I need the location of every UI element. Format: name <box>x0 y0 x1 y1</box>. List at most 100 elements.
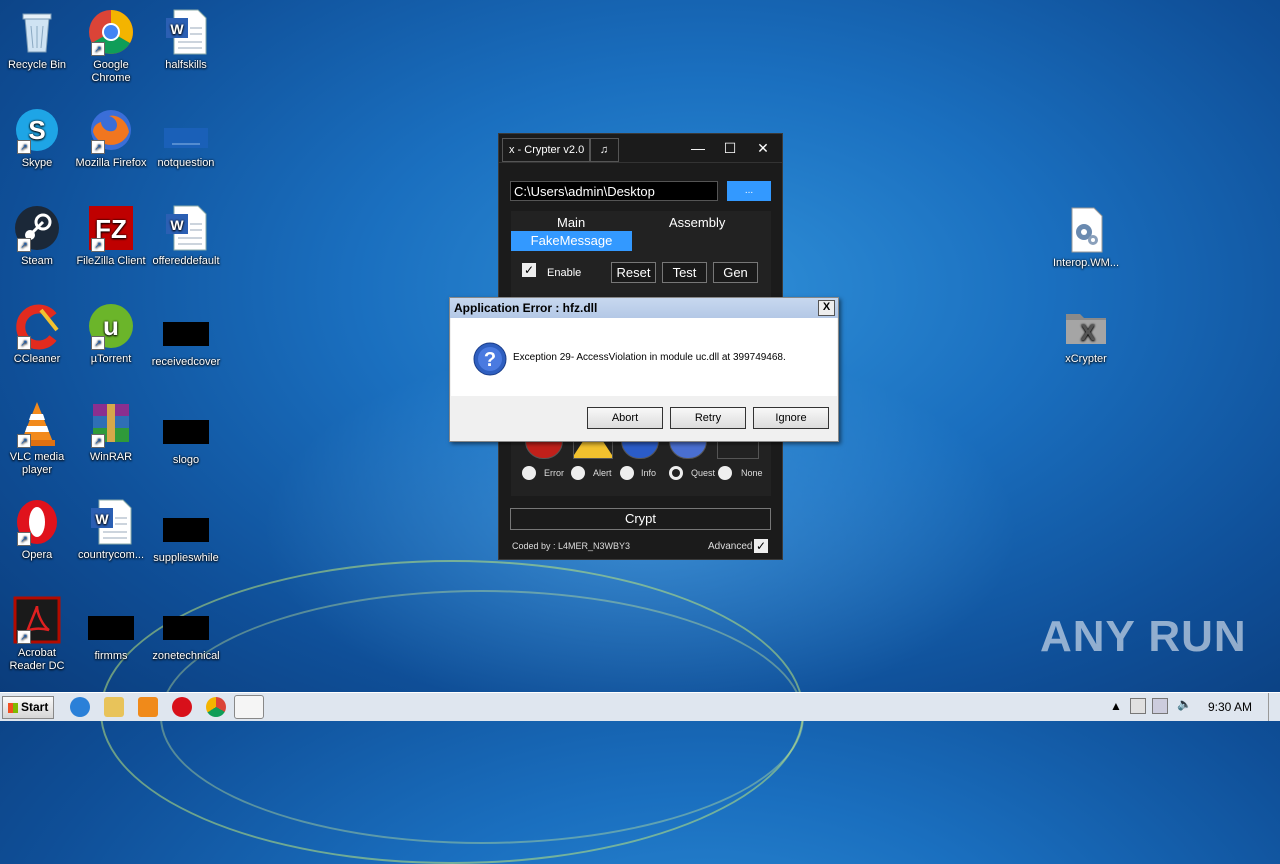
steam-icon: ↗ <box>13 204 61 252</box>
svg-text:u: u <box>103 311 119 341</box>
clock[interactable]: 9:30 AM <box>1208 700 1252 714</box>
desktop-icon-notquestion[interactable]: notquestion <box>149 106 223 170</box>
desktop-icon-label: countrycom... <box>77 549 145 561</box>
start-button[interactable]: Start <box>2 696 54 719</box>
action-center-tray-icon[interactable] <box>1152 698 1168 714</box>
desktop-icon-opera[interactable]: ↗ Opera <box>0 498 74 562</box>
shortcut-arrow-icon: ↗ <box>91 238 105 252</box>
radio-label-alert: Alert <box>593 468 612 478</box>
coded-by-label: Coded by : L4MER_N3WBY3 <box>512 541 631 551</box>
crypter-taskbar-button[interactable] <box>234 695 264 719</box>
desktop-icon-interop[interactable]: Interop.WM... <box>1049 206 1123 270</box>
reset-button[interactable]: Reset <box>611 262 656 283</box>
show-desktop-button[interactable] <box>1268 693 1280 721</box>
volume-tray-icon[interactable]: 🔈 <box>1177 697 1192 711</box>
crypter-title-bar[interactable]: x - Crypter v2.0 ♫ — ☐ ✕ <box>499 134 782 163</box>
close-button[interactable]: ✕ <box>750 136 776 160</box>
desktop-icon-offereddefault[interactable]: W offereddefault <box>149 204 223 268</box>
desktop-icon-skype[interactable]: S ↗ Skype <box>0 106 74 170</box>
opera-taskbar-icon[interactable] <box>172 697 192 717</box>
desktop-icon-label: halfskills <box>165 59 207 71</box>
radio-alert[interactable] <box>571 466 585 480</box>
file-thumbnail <box>163 420 209 444</box>
file-thumbnail <box>88 616 134 640</box>
question-icon[interactable] <box>669 439 707 459</box>
desktop-icon-countrycom[interactable]: W countrycom... <box>74 498 148 562</box>
anyrun-watermark: ANY RUN <box>1040 612 1247 661</box>
path-input[interactable]: C:\Users\admin\Desktop <box>510 181 718 201</box>
question-icon: ? <box>473 342 507 381</box>
media-player-taskbar-icon[interactable] <box>138 697 158 717</box>
explorer-taskbar-icon[interactable] <box>104 697 124 717</box>
tab-fake-message[interactable]: FakeMessage <box>511 231 632 251</box>
shortcut-arrow-icon: ↗ <box>17 140 31 154</box>
word-document-icon: W <box>162 8 210 56</box>
winrar-icon: ↗ <box>87 400 135 448</box>
desktop-icon-slogo[interactable]: slogo <box>149 408 223 467</box>
desktop-icon-halfskills[interactable]: W halfskills <box>149 8 223 72</box>
dialog-title-bar[interactable]: Application Error : hfz.dll X <box>450 298 838 318</box>
desktop-icon-acrobat[interactable]: ↗ Acrobat Reader DC <box>0 596 74 673</box>
utorrent-icon: u ↗ <box>87 302 135 350</box>
abort-button[interactable]: Abort <box>587 407 663 429</box>
desktop-icon-label: slogo <box>172 454 200 466</box>
desktop-icon-firefox[interactable]: ↗ Mozilla Firefox <box>74 106 148 170</box>
desktop-icon-firmms[interactable]: firmms <box>74 604 148 663</box>
desktop-icon-zonetechnical[interactable]: zonetechnical <box>149 604 223 663</box>
error-icon[interactable] <box>525 439 563 459</box>
enable-checkbox[interactable]: ✓ <box>522 263 536 277</box>
desktop-icon-recycle-bin[interactable]: Recycle Bin <box>0 8 74 72</box>
music-tab[interactable]: ♫ <box>589 138 619 162</box>
radio-none[interactable] <box>718 466 732 480</box>
application-error-dialog: Application Error : hfz.dll X ? Exceptio… <box>449 297 839 442</box>
none-icon[interactable] <box>717 439 759 459</box>
radio-info[interactable] <box>620 466 634 480</box>
ie-taskbar-icon[interactable] <box>70 697 90 717</box>
desktop-icon-label: CCleaner <box>13 353 61 365</box>
radio-quest[interactable] <box>669 466 683 480</box>
show-hidden-icons-icon[interactable]: ▲ <box>1110 699 1122 713</box>
desktop-icon-filezilla[interactable]: FZ ↗ FileZilla Client <box>74 204 148 268</box>
shortcut-arrow-icon: ↗ <box>91 42 105 56</box>
ignore-button[interactable]: Ignore <box>753 407 829 429</box>
radio-error[interactable] <box>522 466 536 480</box>
test-button[interactable]: Test <box>662 262 707 283</box>
desktop-icon-receivedcover[interactable]: receivedcover <box>149 310 223 369</box>
desktop-icon-label: notquestion <box>157 157 215 169</box>
gen-button[interactable]: Gen <box>713 262 758 283</box>
network-tray-icon[interactable] <box>1130 698 1146 714</box>
dialog-close-button[interactable]: X <box>818 300 835 316</box>
maximize-button[interactable]: ☐ <box>717 136 743 160</box>
alert-icon[interactable] <box>573 439 613 459</box>
info-icon[interactable] <box>621 439 659 459</box>
desktop-icon-label: Recycle Bin <box>7 59 67 71</box>
svg-text:W: W <box>170 21 184 37</box>
shortcut-arrow-icon: ↗ <box>17 434 31 448</box>
desktop-icon-label: offereddefault <box>152 255 220 267</box>
browse-button[interactable]: ... <box>727 181 771 201</box>
word-document-icon: W <box>162 204 210 252</box>
desktop-icon-label: zonetechnical <box>152 650 220 662</box>
minimize-button[interactable]: — <box>685 136 711 160</box>
desktop-icon-chrome[interactable]: ↗ Google Chrome <box>74 8 148 85</box>
radio-label-none: None <box>741 468 763 478</box>
desktop-icon-vlc[interactable]: ↗ VLC media player <box>0 400 74 477</box>
crypter-title-tab[interactable]: x - Crypter v2.0 <box>502 138 592 162</box>
retry-button[interactable]: Retry <box>670 407 746 429</box>
desktop-icon-xcrypter[interactable]: X xCrypter <box>1049 302 1123 366</box>
chrome-taskbar-icon[interactable] <box>206 697 226 717</box>
firefox-icon: ↗ <box>87 106 135 154</box>
file-thumbnail <box>163 518 209 542</box>
dialog-body: ? Exception 29- AccessViolation in modul… <box>451 318 837 396</box>
desktop-icon-winrar[interactable]: ↗ WinRAR <box>74 400 148 464</box>
desktop-icon-label: VLC media player <box>9 451 65 476</box>
tab-main[interactable]: Main <box>557 215 585 230</box>
desktop-icon-ccleaner[interactable]: ↗ CCleaner <box>0 302 74 366</box>
tab-assembly[interactable]: Assembly <box>669 215 725 230</box>
desktop-icon-utorrent[interactable]: u ↗ µTorrent <box>74 302 148 366</box>
crypt-button[interactable]: Crypt <box>510 508 771 530</box>
desktop-icon-supplieswhile[interactable]: supplieswhile <box>149 506 223 565</box>
advanced-checkbox[interactable]: ✓ <box>754 539 768 553</box>
filezilla-icon: FZ ↗ <box>87 204 135 252</box>
desktop-icon-steam[interactable]: ↗ Steam <box>0 204 74 268</box>
